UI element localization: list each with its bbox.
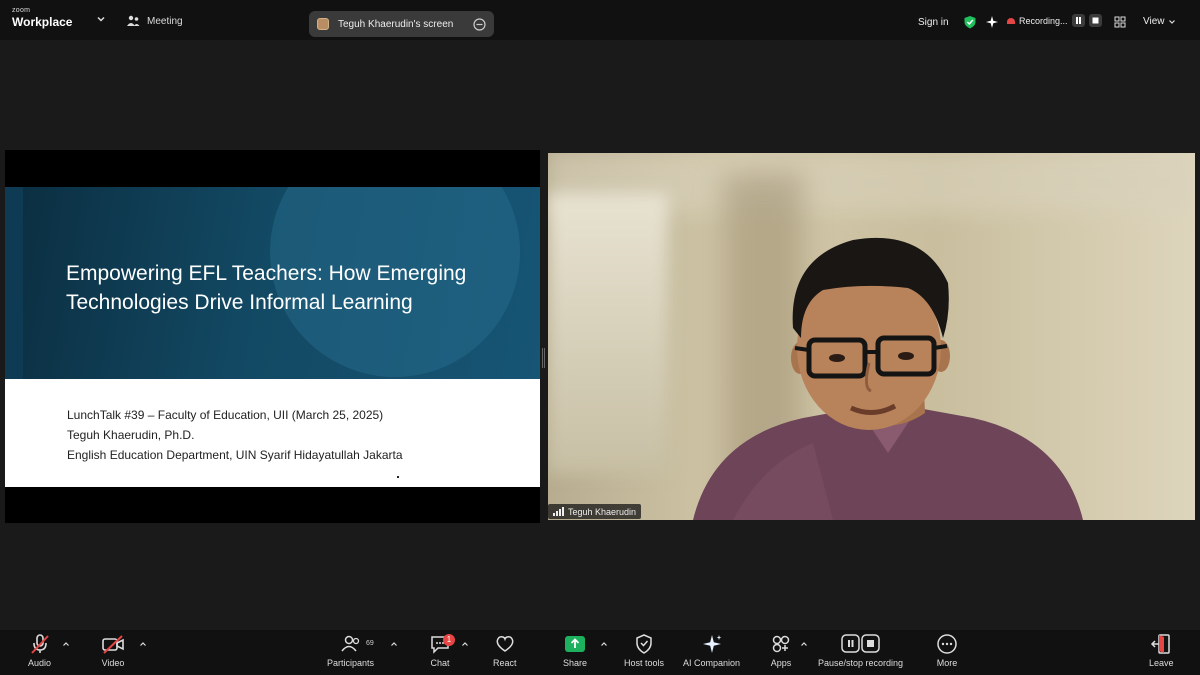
slide-line-presenter: Teguh Khaerudin, Ph.D. — [67, 428, 195, 442]
participants-label: Participants — [327, 658, 375, 668]
host-tools-icon — [636, 634, 652, 654]
slide-line-event: LunchTalk #39 – Faculty of Education, UI… — [67, 408, 384, 422]
background-window — [548, 193, 668, 473]
chat-unread-badge: 1 — [443, 634, 455, 646]
mic-off-icon — [30, 634, 49, 654]
more-icon — [937, 634, 957, 654]
sparkle-icon[interactable] — [985, 15, 999, 29]
chat-options-caret[interactable] — [461, 640, 469, 648]
participant-name-tag: Teguh Khaerudin — [548, 504, 642, 519]
minimize-icon[interactable] — [473, 17, 486, 31]
leave-button[interactable]: Leave — [1149, 633, 1174, 668]
share-button[interactable]: Share — [563, 633, 587, 668]
meeting-label: Meeting — [147, 15, 183, 27]
pause-stop-record-icon — [840, 634, 880, 653]
brand-small-text: zoom — [12, 7, 31, 14]
meeting-icon — [127, 15, 140, 26]
slide-accent-bar — [5, 187, 23, 379]
ai-companion-label: AI Companion — [683, 658, 741, 668]
participant-figure — [693, 237, 1083, 520]
video-off-icon — [102, 635, 124, 654]
screen-share-label: Teguh Khaerudin's screen — [338, 18, 454, 30]
stop-icon[interactable] — [1088, 14, 1102, 27]
participant-video[interactable] — [548, 153, 1195, 520]
host-tools-button[interactable]: Host tools — [624, 633, 664, 668]
shared-screen[interactable]: Empowering EFL Teachers: How Emerging Te… — [5, 150, 540, 523]
pause-stop-recording-label: Pause/stop recording — [818, 658, 904, 668]
view-menu[interactable]: View — [1143, 16, 1176, 27]
leave-label: Leave — [1149, 658, 1174, 668]
view-label: View — [1143, 16, 1165, 27]
participants-button[interactable]: Participants — [327, 633, 374, 668]
chevron-down-icon[interactable] — [95, 13, 107, 25]
ai-companion-button[interactable]: AI Companion — [683, 633, 740, 668]
video-label: Video — [101, 658, 125, 668]
react-label: React — [493, 658, 517, 668]
apps-label: Apps — [770, 658, 792, 668]
slide-line-affiliation: English Education Department, UIN Syarif… — [67, 448, 403, 462]
screen-share-thumb-icon — [317, 18, 329, 30]
chevron-down-icon — [1168, 19, 1175, 24]
slide-title: Empowering EFL Teachers: How Emerging Te… — [66, 262, 467, 314]
slide-details: LunchTalk #39 – Faculty of Education, UI… — [67, 405, 403, 465]
brand-big-text: Workplace — [12, 15, 73, 29]
grid-icon[interactable] — [1113, 15, 1127, 29]
screen-share-indicator[interactable]: Teguh Khaerudin's screen — [309, 11, 494, 37]
participant-name: Teguh Khaerudin — [568, 506, 637, 517]
participants-count: 69 — [366, 640, 374, 647]
share-label: Share — [563, 658, 588, 668]
split-divider-handle[interactable] — [542, 348, 545, 368]
ai-companion-icon — [702, 635, 722, 653]
audio-button[interactable]: Audio — [28, 633, 51, 668]
chat-label: Chat — [430, 658, 450, 668]
leave-icon — [1151, 634, 1171, 654]
participants-options-caret[interactable] — [390, 640, 398, 648]
react-button[interactable]: React — [493, 633, 517, 668]
share-options-caret[interactable] — [600, 640, 608, 648]
bottom-toolbar — [0, 630, 1200, 675]
shield-check-icon[interactable] — [963, 15, 977, 29]
apps-button[interactable]: Apps — [770, 633, 792, 668]
signal-icon — [553, 507, 564, 516]
pause-stop-recording-button[interactable]: Pause/stop recording — [818, 633, 903, 668]
record-icon — [1007, 17, 1015, 24]
zoom-meeting-window: zoom Workplace Meeting Teguh Khaerudin's… — [0, 0, 1200, 675]
pause-icon[interactable] — [1071, 14, 1085, 27]
audio-label: Audio — [28, 658, 52, 668]
participants-icon — [340, 635, 359, 652]
recording-controls: Recording... — [1007, 14, 1102, 27]
video-options-caret[interactable] — [139, 640, 147, 648]
more-label: More — [936, 658, 958, 668]
audio-options-caret[interactable] — [62, 640, 70, 648]
host-tools-label: Host tools — [624, 658, 665, 668]
video-button[interactable]: Video — [101, 633, 125, 668]
apps-icon — [772, 635, 790, 653]
heart-icon — [496, 636, 514, 652]
share-up-icon — [565, 636, 586, 652]
presentation-slide: Empowering EFL Teachers: How Emerging Te… — [5, 187, 540, 487]
recording-label: Recording... — [1019, 15, 1068, 26]
slide-header: Empowering EFL Teachers: How Emerging Te… — [5, 187, 540, 379]
apps-options-caret[interactable] — [800, 640, 808, 648]
more-button[interactable]: More — [936, 633, 958, 668]
slide-cursor-dot — [397, 476, 399, 478]
brand-logo[interactable]: zoom Workplace — [12, 7, 72, 28]
top-bar: zoom Workplace Meeting Teguh Khaerudin's… — [0, 0, 1200, 40]
meeting-menu[interactable]: Meeting — [126, 15, 183, 27]
signin-button[interactable]: Sign in — [918, 17, 949, 28]
